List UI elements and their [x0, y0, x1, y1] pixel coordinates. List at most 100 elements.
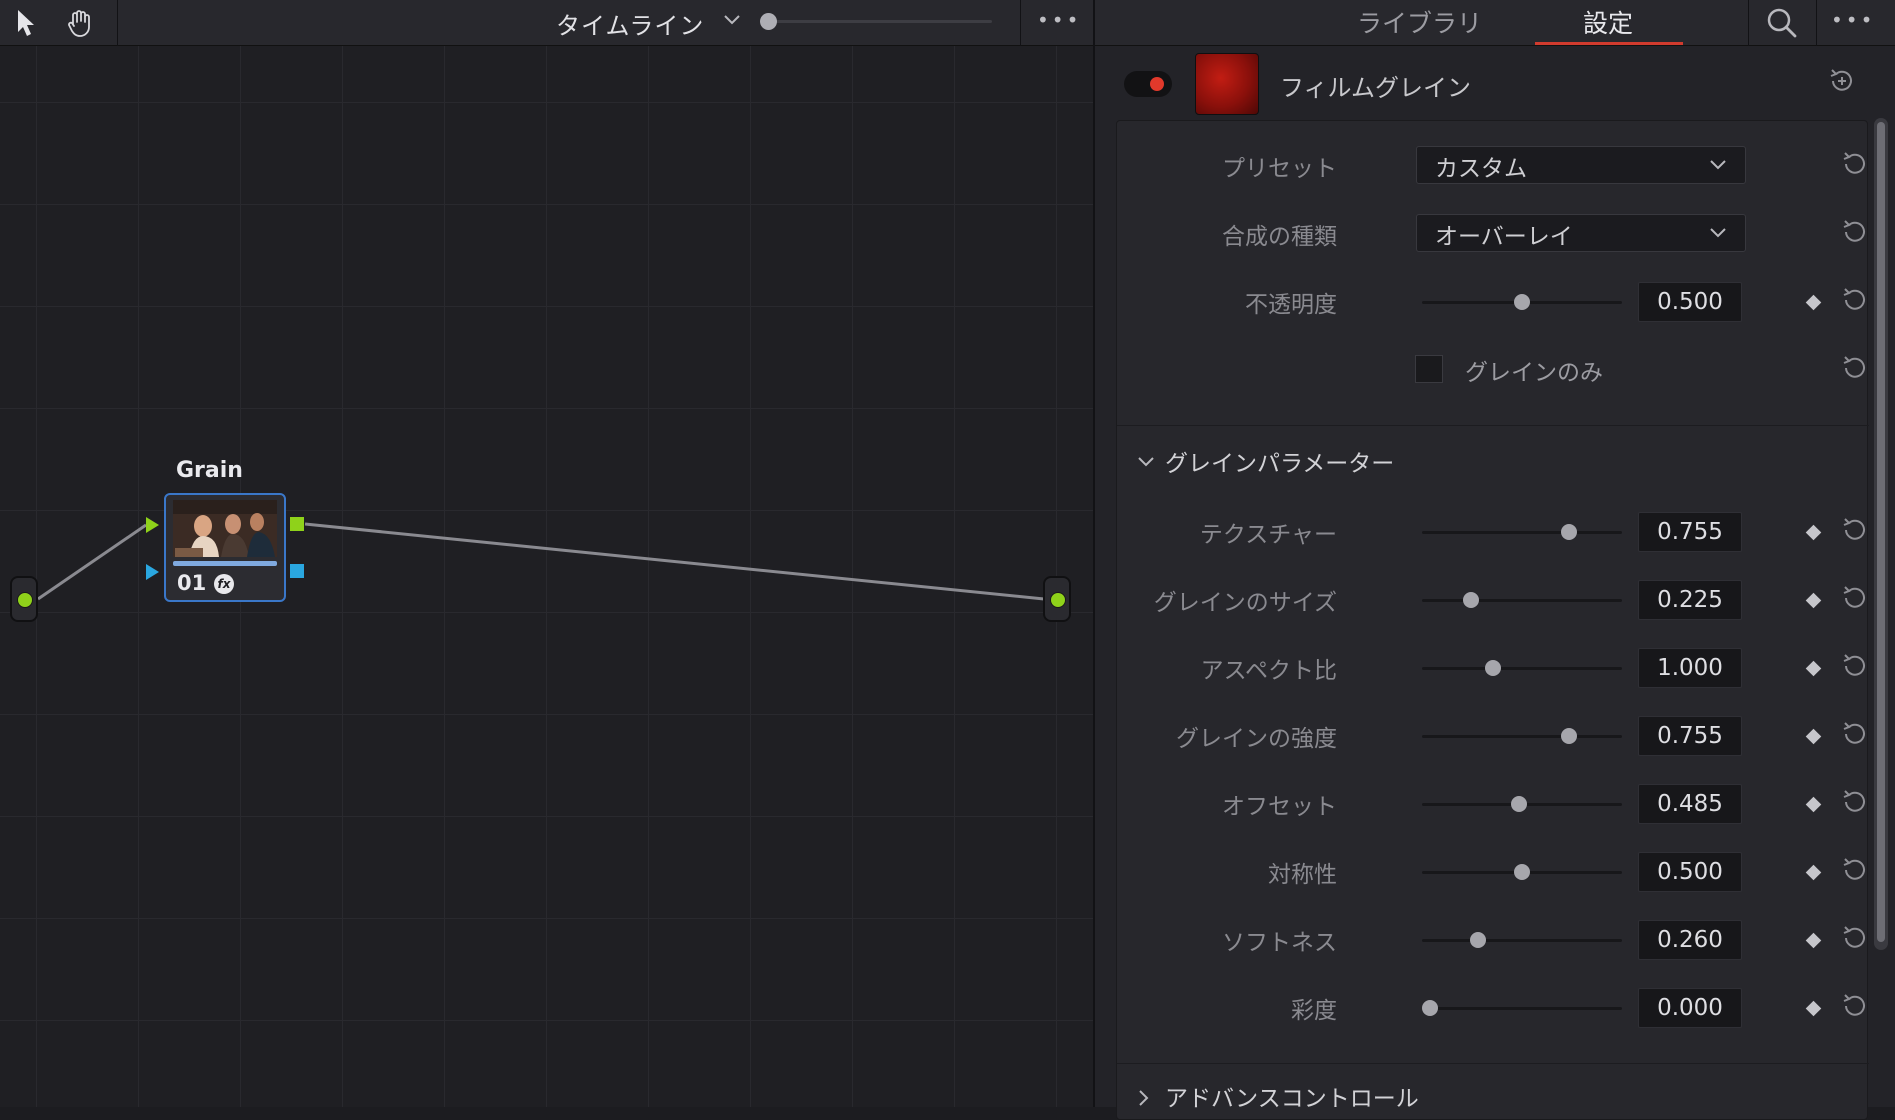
key-input-port[interactable] — [146, 564, 159, 580]
param-slider[interactable] — [1422, 667, 1622, 670]
keyframe-icon[interactable] — [1805, 524, 1822, 541]
param-value-field[interactable]: 0.500 — [1638, 852, 1742, 892]
preset-label-box: プリセット — [1117, 145, 1337, 185]
output-port[interactable] — [17, 592, 33, 608]
inspector-scrollbar[interactable] — [1874, 118, 1888, 950]
keyframe-icon[interactable] — [1805, 1000, 1822, 1017]
param-label: グレインの強度 — [1176, 726, 1337, 752]
param-slider-knob[interactable] — [1469, 932, 1486, 948]
keyframe-icon[interactable] — [1805, 796, 1822, 813]
inspector-header: ライブラリ 設定 ••• — [1095, 0, 1895, 46]
node-editor[interactable]: タイムライン ••• Grain 01 fx — [0, 0, 1093, 1107]
reset-icon — [1843, 654, 1865, 676]
preset-dropdown[interactable]: カスタム — [1416, 146, 1746, 184]
opacity-slider-knob[interactable] — [1514, 294, 1530, 310]
rgb-input-port[interactable] — [146, 517, 159, 533]
grain-parameters-header[interactable]: グレインパラメーター — [1165, 444, 1394, 478]
param-slider-knob[interactable] — [1511, 796, 1528, 812]
reset-icon — [1843, 220, 1865, 242]
opacity-value-field[interactable]: 0.500 — [1638, 282, 1742, 322]
chevron-right-icon[interactable] — [1136, 1088, 1152, 1112]
keyframe-icon[interactable] — [1805, 932, 1822, 949]
param-value-field[interactable]: 1.000 — [1638, 648, 1742, 688]
reset-opacity-button[interactable] — [1840, 285, 1870, 315]
reset-icon — [1843, 722, 1865, 744]
param-slider-knob[interactable] — [1514, 864, 1530, 880]
reset-param-button[interactable] — [1840, 787, 1870, 817]
header-divider — [1816, 0, 1817, 46]
param-slider-knob[interactable] — [1560, 728, 1577, 744]
composite-mode-dropdown[interactable]: オーバーレイ — [1416, 214, 1746, 252]
active-tab-indicator — [1535, 42, 1683, 45]
reset-param-button[interactable] — [1840, 583, 1870, 613]
reset-grain-only-button[interactable] — [1840, 353, 1870, 383]
chevron-down-icon[interactable] — [1136, 454, 1156, 474]
tab-settings[interactable]: 設定 — [1583, 4, 1633, 40]
reset-icon — [1843, 288, 1865, 310]
param-slider[interactable] — [1422, 599, 1622, 602]
reset-param-button[interactable] — [1840, 923, 1870, 953]
inspector-options-button[interactable]: ••• — [1831, 8, 1875, 32]
param-label-box: アスペクト比 — [1117, 647, 1337, 687]
search-button[interactable] — [1765, 6, 1799, 44]
output-node[interactable] — [1043, 576, 1071, 622]
node-progress-bar — [173, 561, 277, 566]
section-divider — [1117, 425, 1869, 426]
composite-mode-value: オーバーレイ — [1435, 224, 1573, 250]
reset-all-button[interactable] — [1827, 66, 1857, 96]
reset-composite-button[interactable] — [1840, 217, 1870, 247]
reset-icon — [1843, 518, 1865, 540]
effect-name: フィルムグレイン — [1280, 74, 1472, 102]
param-label-box: 対称性 — [1117, 851, 1337, 891]
param-slider-knob[interactable] — [1422, 1000, 1438, 1016]
param-value-field[interactable]: 0.485 — [1638, 784, 1742, 824]
effect-header: フィルムグレイン — [1095, 48, 1895, 120]
param-slider[interactable] — [1422, 939, 1622, 942]
node-number: 01 — [177, 571, 207, 595]
input-port[interactable] — [1050, 592, 1066, 608]
effect-thumbnail — [1195, 53, 1259, 115]
more-icon: ••• — [1831, 8, 1876, 32]
param-value-field[interactable]: 0.000 — [1638, 988, 1742, 1028]
grain-node[interactable]: 01 fx — [164, 493, 286, 602]
param-slider-knob[interactable] — [1484, 660, 1501, 676]
rgb-output-port[interactable] — [290, 517, 304, 531]
reset-icon — [1843, 790, 1865, 812]
reset-param-button[interactable] — [1840, 855, 1870, 885]
keyframe-icon[interactable] — [1805, 660, 1822, 677]
reset-preset-button[interactable] — [1840, 149, 1870, 179]
param-value-field[interactable]: 0.755 — [1638, 512, 1742, 552]
scrollbar-thumb[interactable] — [1877, 122, 1885, 942]
effect-enable-toggle[interactable] — [1124, 71, 1172, 97]
tab-library[interactable]: ライブラリ — [1357, 4, 1482, 40]
search-icon — [1767, 8, 1797, 38]
reset-param-button[interactable] — [1840, 515, 1870, 545]
param-label-box: ソフトネス — [1117, 919, 1337, 959]
key-output-port[interactable] — [290, 564, 304, 578]
composite-label-box: 合成の種類 — [1117, 213, 1337, 253]
keyframe-icon[interactable] — [1805, 592, 1822, 609]
source-input-node[interactable] — [10, 576, 38, 622]
effect-parameters-card: プリセット カスタム 合成の種類 オーバーレイ 不透明度 0.500 グレインの… — [1116, 120, 1870, 1120]
advanced-controls-header[interactable]: アドバンスコントロール — [1165, 1079, 1419, 1113]
keyframe-icon[interactable] — [1805, 294, 1822, 311]
reset-param-button[interactable] — [1840, 719, 1870, 749]
param-slider[interactable] — [1422, 1007, 1622, 1010]
grain-only-checkbox[interactable] — [1415, 355, 1443, 383]
param-label: グレインのサイズ — [1153, 590, 1337, 616]
param-slider[interactable] — [1422, 531, 1622, 534]
chevron-down-icon — [1710, 228, 1726, 238]
param-value-field[interactable]: 0.260 — [1638, 920, 1742, 960]
inspector-panel: ライブラリ 設定 ••• フィルムグレイン プリセット カスタム 合成の種類 オ… — [1095, 0, 1895, 1120]
param-slider-knob[interactable] — [1463, 592, 1480, 608]
param-slider-knob[interactable] — [1560, 524, 1577, 540]
keyframe-icon[interactable] — [1805, 728, 1822, 745]
keyframe-icon[interactable] — [1805, 864, 1822, 881]
reset-param-button[interactable] — [1840, 651, 1870, 681]
param-value-field[interactable]: 0.225 — [1638, 580, 1742, 620]
reset-param-button[interactable] — [1840, 991, 1870, 1021]
param-slider[interactable] — [1422, 735, 1622, 738]
param-value-field[interactable]: 0.755 — [1638, 716, 1742, 756]
param-label-box: グレインの強度 — [1117, 715, 1337, 755]
connection-line — [37, 523, 147, 601]
